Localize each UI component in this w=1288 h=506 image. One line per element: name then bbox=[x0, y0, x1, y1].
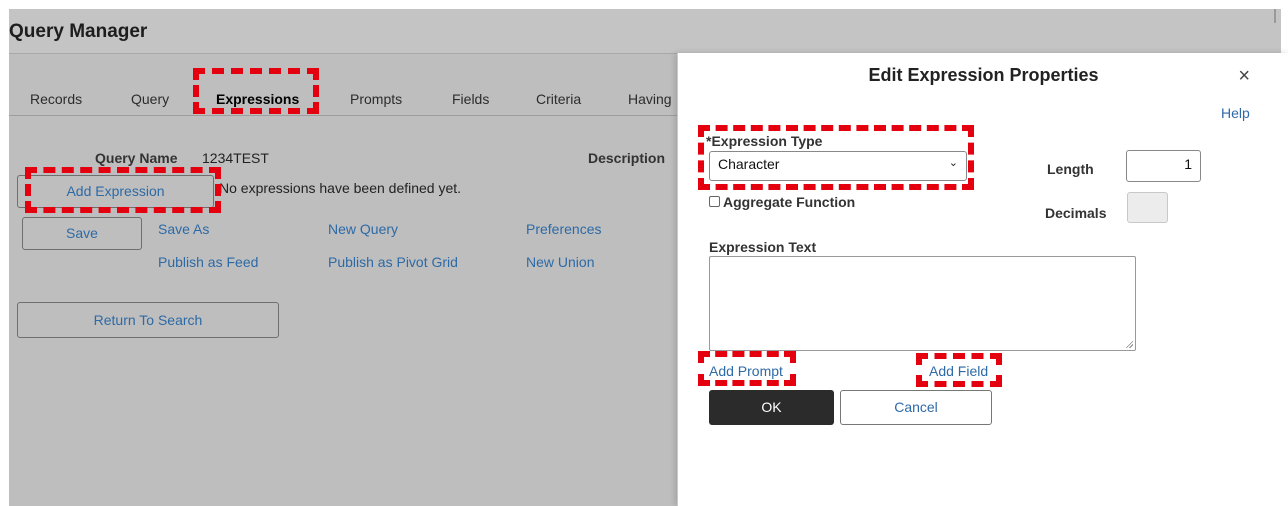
preferences-link[interactable]: Preferences bbox=[526, 221, 601, 237]
tab-prompts[interactable]: Prompts bbox=[350, 91, 402, 107]
cancel-button[interactable]: Cancel bbox=[840, 390, 992, 425]
query-name-value: 1234TEST bbox=[202, 150, 269, 166]
close-icon[interactable]: × bbox=[1238, 65, 1250, 88]
length-label: Length bbox=[1047, 161, 1094, 177]
new-union-link[interactable]: New Union bbox=[526, 254, 594, 270]
expression-type-label: *Expression Type bbox=[706, 133, 823, 149]
publish-as-pivot-grid-link[interactable]: Publish as Pivot Grid bbox=[328, 254, 458, 270]
tab-query[interactable]: Query bbox=[131, 91, 169, 107]
add-expression-label: Add Expression bbox=[66, 183, 165, 199]
dialog-title: Edit Expression Properties bbox=[868, 65, 1099, 85]
aggregate-function-label: Aggregate Function bbox=[723, 194, 856, 210]
aggregate-function-checkbox[interactable] bbox=[709, 196, 720, 207]
description-label: Description bbox=[588, 150, 666, 166]
chevron-down-icon: ⌄ bbox=[948, 157, 958, 169]
ok-button[interactable]: OK bbox=[709, 390, 834, 425]
expression-type-select[interactable]: Character ⌄ bbox=[709, 151, 967, 181]
edit-expression-dialog: Edit Expression Properties × Help *Expre… bbox=[677, 53, 1288, 506]
tab-having[interactable]: Having bbox=[628, 91, 672, 107]
publish-as-feed-link[interactable]: Publish as Feed bbox=[158, 254, 258, 270]
cancel-label: Cancel bbox=[894, 399, 938, 415]
empty-message: No expressions have been defined yet. bbox=[219, 180, 462, 196]
decimals-input bbox=[1127, 192, 1168, 223]
query-name-label: Query Name bbox=[95, 150, 178, 166]
tab-records[interactable]: Records bbox=[30, 91, 82, 107]
ok-label: OK bbox=[761, 399, 782, 415]
title-bar: Query Manager bbox=[9, 9, 1281, 54]
add-expression-button[interactable]: Add Expression bbox=[17, 175, 214, 208]
expression-type-value: Character bbox=[718, 156, 780, 172]
new-query-link[interactable]: New Query bbox=[328, 221, 398, 237]
tab-expressions[interactable]: Expressions bbox=[216, 91, 299, 107]
add-prompt-link[interactable]: Add Prompt bbox=[709, 363, 783, 379]
decimals-label: Decimals bbox=[1045, 205, 1107, 221]
expression-text-label: Expression Text bbox=[709, 239, 817, 255]
help-link[interactable]: Help bbox=[1221, 105, 1250, 121]
scrollbar[interactable] bbox=[1274, 9, 1276, 23]
save-button[interactable]: Save bbox=[22, 217, 142, 250]
resize-handle-icon[interactable] bbox=[1125, 340, 1133, 348]
save-as-link[interactable]: Save As bbox=[158, 221, 209, 237]
tab-criteria[interactable]: Criteria bbox=[536, 91, 581, 107]
save-label: Save bbox=[66, 225, 98, 241]
page-title: Query Manager bbox=[9, 21, 148, 42]
return-to-search-label: Return To Search bbox=[93, 312, 203, 328]
length-input[interactable]: 1 bbox=[1126, 150, 1201, 182]
return-to-search-button[interactable]: Return To Search bbox=[17, 302, 279, 338]
add-field-link[interactable]: Add Field bbox=[929, 363, 988, 379]
expression-text-area[interactable] bbox=[709, 256, 1136, 351]
length-value: 1 bbox=[1184, 156, 1192, 172]
tab-fields[interactable]: Fields bbox=[452, 91, 489, 107]
